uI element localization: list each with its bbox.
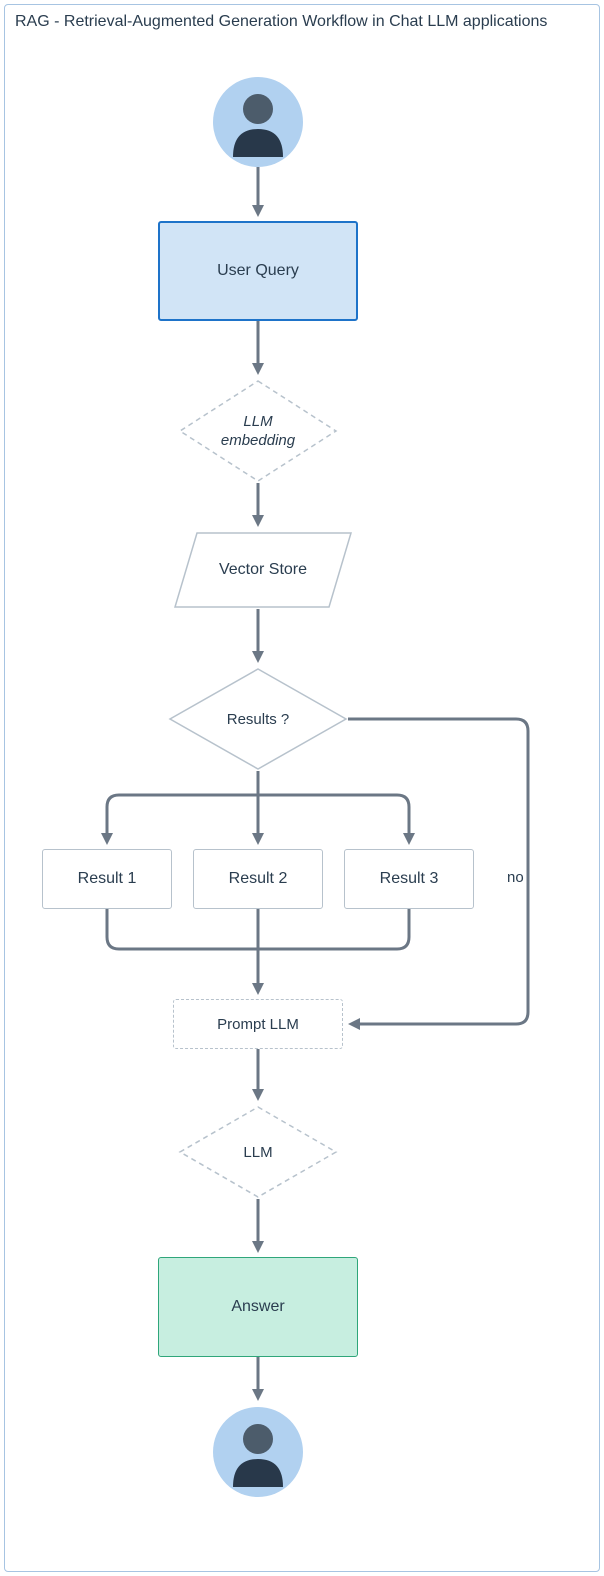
vector-store: Vector Store: [173, 531, 353, 609]
user-icon-top: [213, 77, 303, 167]
user-query-box: User Query: [158, 221, 358, 321]
llm-embedding-diamond: LLMembedding: [178, 379, 338, 483]
answer-box: Answer: [158, 1257, 358, 1357]
llm-embedding-text: LLMembedding: [221, 412, 295, 451]
result-1-label: Result 1: [78, 870, 137, 888]
result-2-box: Result 2: [193, 849, 323, 909]
arrow: [251, 609, 265, 667]
arrow: [251, 1049, 265, 1105]
answer-label: Answer: [231, 1298, 284, 1316]
user-query-label: User Query: [217, 262, 299, 280]
arrow: [251, 167, 265, 221]
arrow: [251, 483, 265, 531]
results-decision: Results ?: [168, 667, 348, 771]
merge-connector: [51, 909, 465, 1001]
arrow: [251, 321, 265, 379]
results-label: Results ?: [227, 711, 290, 728]
user-icon-bottom: [213, 1407, 303, 1497]
result-3-label: Result 3: [380, 870, 439, 888]
branch-connector: [51, 771, 465, 851]
diagram-container: RAG - Retrieval-Augmented Generation Wor…: [4, 4, 600, 1572]
prompt-llm-box: Prompt LLM: [173, 999, 343, 1049]
diagram-title: RAG - Retrieval-Augmented Generation Wor…: [15, 13, 547, 31]
result-1-box: Result 1: [42, 849, 172, 909]
llm-label: LLM: [243, 1144, 272, 1161]
llm-embedding-label: LLMembedding: [221, 412, 295, 451]
prompt-llm-label: Prompt LLM: [217, 1016, 299, 1033]
llm-diamond: LLM: [178, 1105, 338, 1199]
arrow: [251, 1357, 265, 1405]
result-3-box: Result 3: [344, 849, 474, 909]
vector-store-label: Vector Store: [219, 561, 307, 579]
no-label: no: [505, 869, 526, 886]
arrow: [251, 1199, 265, 1257]
result-2-label: Result 2: [229, 870, 288, 888]
